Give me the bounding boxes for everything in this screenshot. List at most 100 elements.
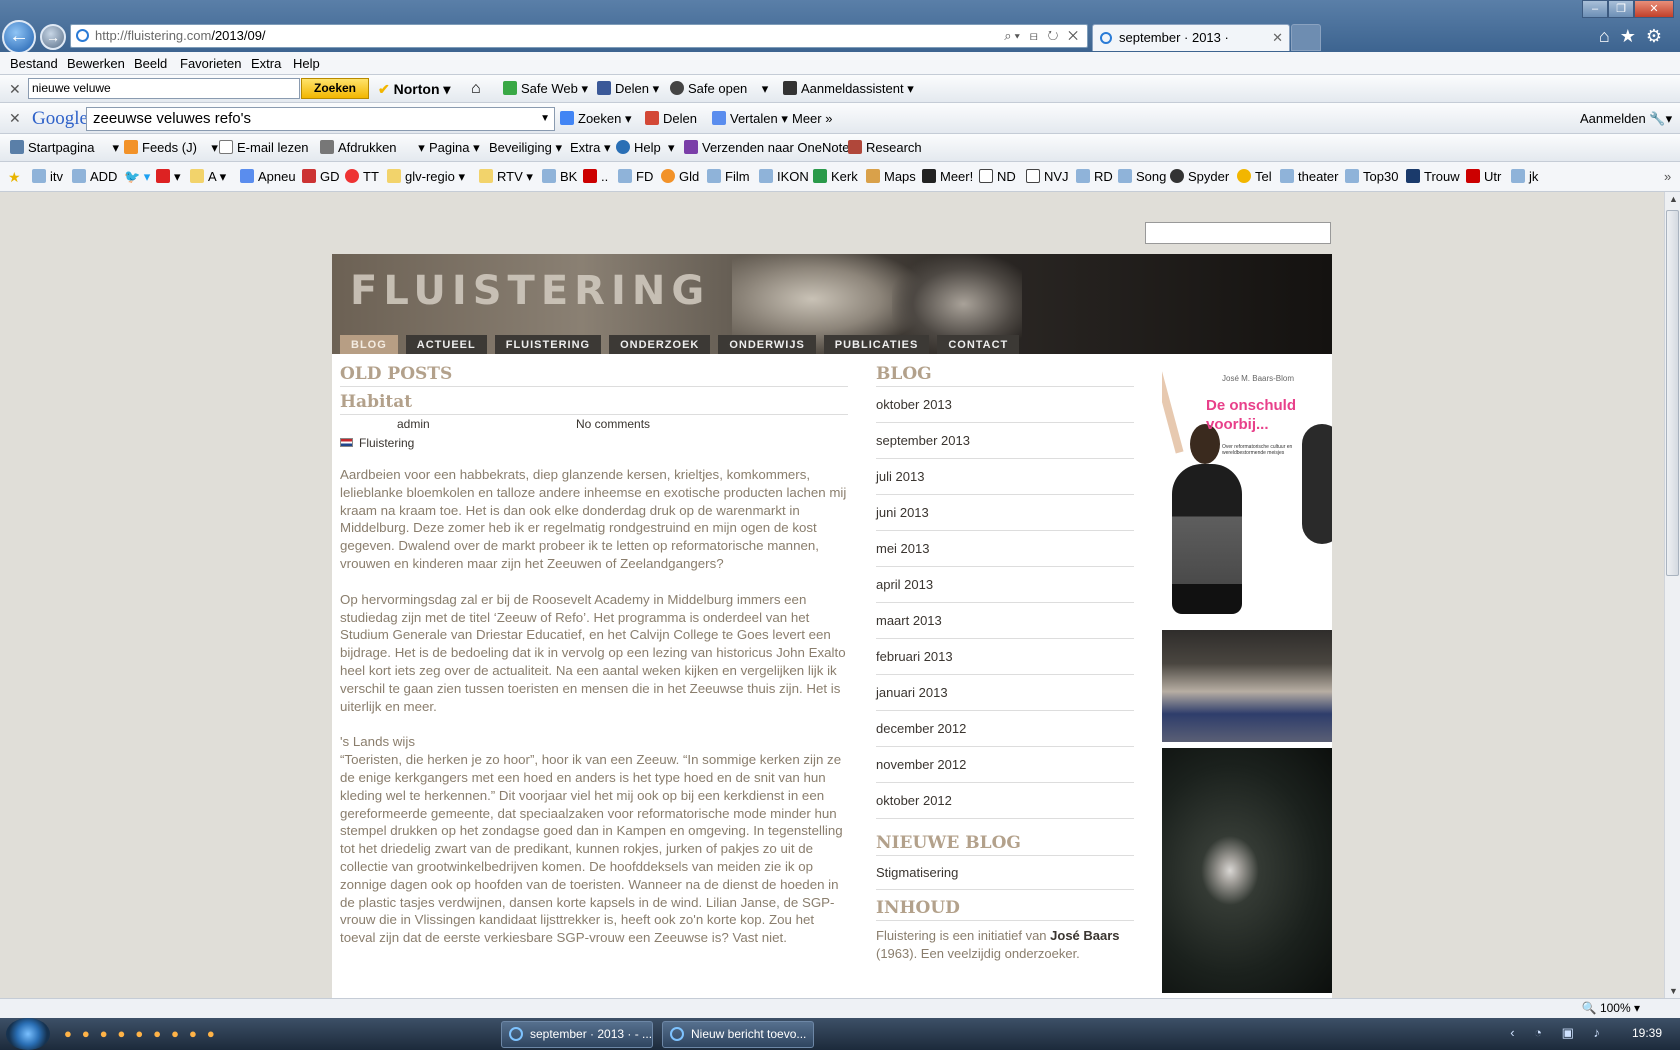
fav-nd[interactable]: ND <box>979 162 1016 192</box>
twitter-icon[interactable]: 🐦 ▾ <box>124 162 150 192</box>
fav-film[interactable]: Film <box>707 162 750 192</box>
back-button[interactable]: ← <box>2 20 36 54</box>
tab-active[interactable]: september · 2013 · ✕ <box>1092 24 1290 51</box>
menu-bestand[interactable]: Bestand <box>10 52 58 75</box>
fav-rtv[interactable]: RTV ▾ <box>479 162 533 192</box>
nav-publicaties[interactable]: PUBLICATIES <box>823 335 930 355</box>
norton-search-input[interactable]: nieuwe veluwe <box>28 78 300 99</box>
clock[interactable]: 19:39 <box>1632 1026 1662 1040</box>
post-title[interactable]: Habitat <box>340 392 848 415</box>
favorites-star-icon[interactable]: ★ <box>8 162 21 192</box>
home-icon[interactable]: ⌂ <box>471 75 481 103</box>
fav-ikon[interactable]: IKON <box>759 162 809 192</box>
archive-item[interactable]: juni 2013 <box>876 495 1134 531</box>
home-favorites-tools-icons[interactable]: ⌂★⚙ <box>1599 26 1672 47</box>
aanmelden-button[interactable]: Aanmelden 🔧▾ <box>1580 103 1672 134</box>
scroll-thumb[interactable] <box>1666 210 1679 576</box>
pagina-button[interactable]: Pagina ▾ <box>429 134 480 162</box>
beveiliging-button[interactable]: Beveiliging ▾ <box>489 134 562 162</box>
vertical-scrollbar[interactable]: ▲ ▼ <box>1664 192 1680 998</box>
archive-item[interactable]: september 2013 <box>876 423 1134 459</box>
archive-item[interactable]: mei 2013 <box>876 531 1134 567</box>
maximize-button[interactable]: ❐ <box>1608 0 1634 18</box>
post-comments[interactable]: No comments <box>576 417 650 431</box>
archive-item[interactable]: december 2012 <box>876 711 1134 747</box>
menu-beeld[interactable]: Beeld <box>134 52 167 75</box>
new-tab-button[interactable] <box>1291 24 1321 51</box>
new-blog-link[interactable]: Stigmatisering <box>876 856 1134 890</box>
onenote-button[interactable]: Verzenden naar OneNote <box>684 134 849 162</box>
fav-tt[interactable]: TT <box>345 162 379 192</box>
fav-rd[interactable]: RD <box>1076 162 1113 192</box>
vertalen-button[interactable]: Vertalen ▾ <box>712 103 788 134</box>
meer-button[interactable]: Meer » <box>792 103 832 134</box>
fav-ad[interactable]: ▾ <box>156 162 181 192</box>
nav-blog[interactable]: BLOG <box>340 335 398 355</box>
norton-search-button[interactable]: Zoeken <box>301 78 369 99</box>
help-button[interactable]: Help ▾ <box>616 134 675 162</box>
norton-menu[interactable]: ✔ Norton ▾ <box>378 75 450 103</box>
fav-spyder[interactable]: Spyder <box>1170 162 1229 192</box>
fav-utr[interactable]: Utr <box>1466 162 1501 192</box>
taskbar-ie-window[interactable]: september · 2013 · - ... <box>501 1021 653 1048</box>
post-category[interactable]: Fluistering <box>340 436 414 450</box>
close-toolbar-icon[interactable]: ✕ <box>9 75 21 103</box>
fav-gld[interactable]: Gld <box>661 162 699 192</box>
fav-trouw[interactable]: Trouw <box>1406 162 1460 192</box>
fav-meer[interactable]: Meer! <box>922 162 973 192</box>
menu-favorieten[interactable]: Favorieten <box>180 52 241 75</box>
google-search-input[interactable]: zeeuwse veluwes refo's ▼ <box>86 107 555 131</box>
archive-item[interactable]: oktober 2013 <box>876 387 1134 423</box>
address-bar[interactable]: http://fluistering.com/2013/09/ ⌕▾ ⊟ ↻ ✕ <box>70 24 1088 48</box>
delen-button[interactable]: Delen ▾ <box>597 75 659 103</box>
fav-glv-regio[interactable]: glv-regio ▾ <box>387 162 465 192</box>
extra-button[interactable]: Extra ▾ <box>570 134 610 162</box>
archive-item[interactable]: juli 2013 <box>876 459 1134 495</box>
fav-song[interactable]: Song <box>1118 162 1166 192</box>
fav-add[interactable]: ADD <box>72 162 117 192</box>
email-button[interactable]: E-mail lezen <box>219 134 309 162</box>
archive-item[interactable]: februari 2013 <box>876 639 1134 675</box>
inhoud-name[interactable]: José Baars <box>1050 928 1119 943</box>
fav-gd[interactable]: GD <box>302 162 340 192</box>
fav-cv[interactable]: .. <box>583 162 608 192</box>
scroll-up-icon[interactable]: ▲ <box>1669 194 1678 204</box>
chevron-down-icon[interactable]: ▼ <box>540 108 550 130</box>
fav-kerk[interactable]: Kerk <box>813 162 858 192</box>
archive-item[interactable]: april 2013 <box>876 567 1134 603</box>
archive-item[interactable]: maart 2013 <box>876 603 1134 639</box>
fav-fd[interactable]: FD <box>618 162 653 192</box>
menu-extra[interactable]: Extra <box>251 52 281 75</box>
safe-web-button[interactable]: Safe Web ▾ <box>503 75 588 103</box>
nav-actueel[interactable]: ACTUEEL <box>405 335 487 355</box>
tab-close-icon[interactable]: ✕ <box>1272 25 1283 51</box>
fav-tel[interactable]: Tel <box>1237 162 1272 192</box>
minimize-button[interactable]: – <box>1582 0 1608 18</box>
forward-button[interactable]: → <box>40 24 66 50</box>
aanmeldassistent-button[interactable]: Aanmeldassistent ▾ <box>783 75 914 103</box>
close-toolbar-icon[interactable]: ✕ <box>9 103 21 134</box>
fav-apneu[interactable]: Apneu <box>240 162 296 192</box>
scroll-down-icon[interactable]: ▼ <box>1669 986 1678 996</box>
fav-maps[interactable]: Maps <box>866 162 916 192</box>
menu-help[interactable]: Help <box>293 52 320 75</box>
close-window-button[interactable]: ✕ <box>1634 0 1674 18</box>
nav-fluistering[interactable]: FLUISTERING <box>494 335 602 355</box>
research-button[interactable]: Research <box>848 134 922 162</box>
chevron-more-icon[interactable]: » <box>1664 162 1671 192</box>
nav-onderwijs[interactable]: ONDERWIJS <box>718 335 816 355</box>
system-tray-icons[interactable]: ‹ ◔ ▣ ♪ <box>1510 1025 1608 1041</box>
fav-jk[interactable]: jk <box>1511 162 1538 192</box>
quick-launch-icons[interactable]: ●●●●●●●●● <box>64 1026 225 1041</box>
taskbar-ie-window[interactable]: Nieuw bericht toevo... <box>662 1021 814 1048</box>
fav-nvj[interactable]: NVJ <box>1026 162 1069 192</box>
nav-onderzoek[interactable]: ONDERZOEK <box>609 335 711 355</box>
feeds-button[interactable]: Feeds (J) ▾ <box>124 134 218 162</box>
safe-open-button[interactable]: Safe open ▾ <box>670 75 768 103</box>
fav-theater[interactable]: theater <box>1280 162 1338 192</box>
nav-contact[interactable]: CONTACT <box>937 335 1020 355</box>
site-search-input[interactable] <box>1145 222 1331 244</box>
address-tools[interactable]: ⌕▾ ⊟ ↻ ✕ <box>1004 25 1081 47</box>
book-cover-image[interactable]: José M. Baars-Blom De onschuld voorbij..… <box>1162 364 1332 626</box>
archive-item[interactable]: januari 2013 <box>876 675 1134 711</box>
